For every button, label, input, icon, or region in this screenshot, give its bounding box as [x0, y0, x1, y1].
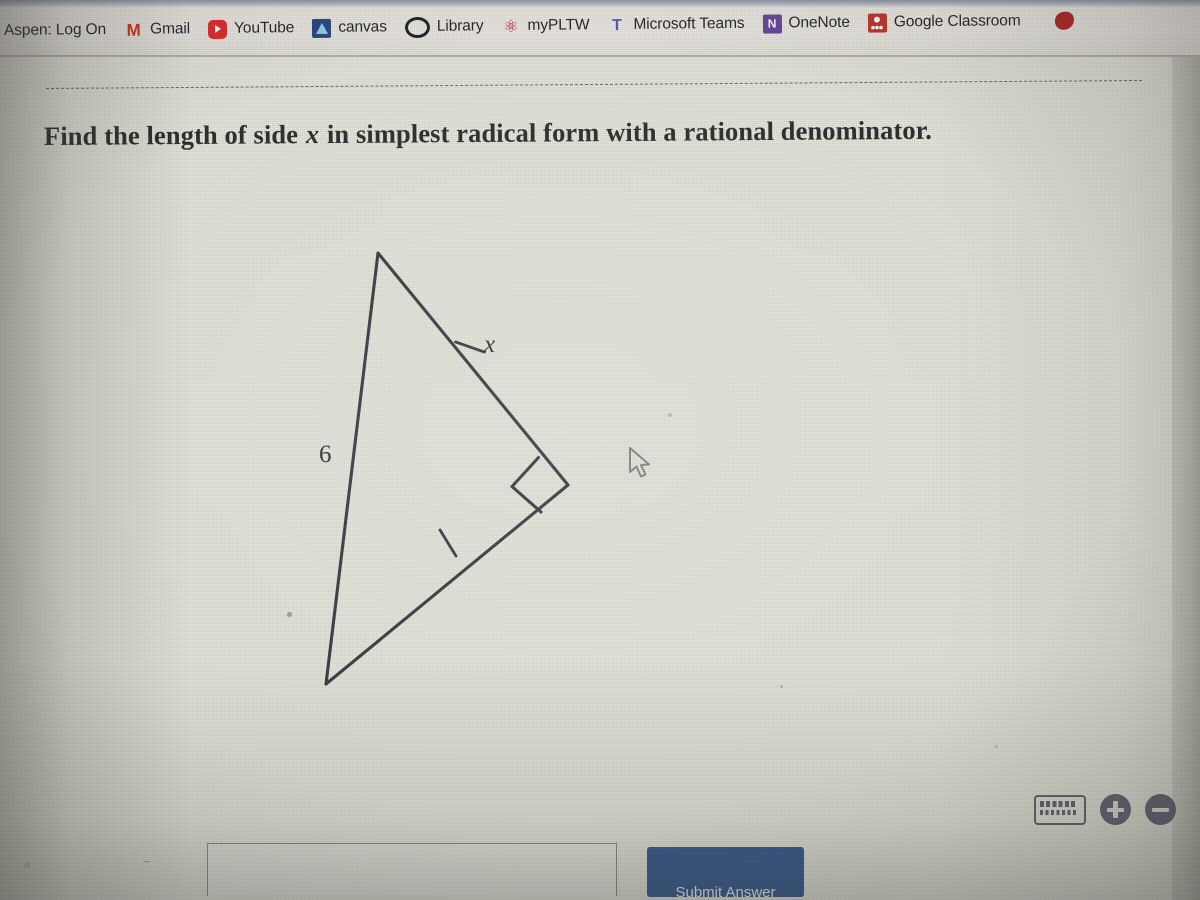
bookmark-canvas[interactable]: canvas [303, 16, 396, 40]
zoom-controls [1034, 794, 1176, 825]
plus-vertical-bar [1113, 801, 1118, 818]
gmail-icon: M [126, 20, 141, 40]
page-right-margin [1172, 57, 1200, 900]
screenshot-root: Find the length of side x in simplest ra… [0, 0, 1200, 900]
question-variable: x [305, 119, 320, 150]
canvas-icon [312, 18, 332, 38]
bookmark-label: Microsoft Teams [633, 14, 745, 33]
bookmark-extension[interactable] [1046, 10, 1083, 32]
bookmark-gmail[interactable]: M Gmail [115, 18, 199, 42]
bookmarks-bar: Aspen: Log On M Gmail YouTube canvas Lib… [0, 0, 1200, 53]
bookmark-onenote[interactable]: N OneNote [753, 11, 859, 35]
chrome-bottom-border [0, 55, 1200, 57]
bookmark-label: canvas [338, 18, 387, 36]
label-x: x [484, 331, 496, 358]
keyboard-icon[interactable] [1034, 794, 1086, 825]
browser-chrome: Aspen: Log On M Gmail YouTube canvas Lib… [0, 0, 1200, 57]
screen-speck [995, 745, 998, 748]
label-hypotenuse-6: 6 [319, 441, 332, 468]
triangle-svg [324, 251, 570, 686]
tick-mark-x [454, 340, 486, 354]
bookmark-microsoft-teams[interactable]: T Microsoft Teams [598, 12, 753, 36]
question-suffix: in simplest radical form with a rational… [320, 114, 932, 150]
bookmark-label: Google Classroom [893, 12, 1021, 31]
edge-artifact: ^ [24, 860, 31, 875]
zoom-in-button[interactable] [1100, 794, 1131, 825]
answer-input[interactable] [207, 843, 617, 896]
bookmark-label: YouTube [233, 19, 295, 37]
minus-bar [1152, 807, 1169, 812]
screen-speck [287, 612, 292, 617]
edge-artifact: ~ [143, 854, 151, 869]
submit-answer-label: Submit Answer [675, 884, 776, 897]
onenote-icon: N [762, 13, 782, 34]
bookmark-label: Library [436, 17, 484, 35]
question-prefix: Find the length of side [43, 119, 305, 151]
youtube-icon [207, 19, 228, 39]
zoom-out-button[interactable] [1145, 794, 1176, 825]
screen-speck [668, 413, 672, 417]
submit-answer-button[interactable]: Submit Answer [647, 847, 804, 897]
bookmark-youtube[interactable]: YouTube [199, 17, 303, 41]
bookmark-library[interactable]: Library [396, 14, 493, 40]
extension-blob-icon [1054, 11, 1074, 30]
google-classroom-icon [867, 12, 887, 33]
mouse-cursor-icon [629, 447, 650, 478]
microsoft-teams-icon: T [611, 16, 622, 34]
atom-icon: ⚛ [503, 16, 519, 36]
bookmark-label: myPLTW [527, 16, 590, 34]
triangle-outline [324, 251, 570, 686]
screen-speck [780, 685, 783, 688]
right-angle-marker [510, 455, 543, 514]
tick-mark-leg2 [438, 528, 458, 558]
bookmark-label: Gmail [150, 20, 191, 38]
bookmark-aspen[interactable]: Aspen: Log On [0, 19, 115, 42]
bookmark-mypltw[interactable]: ⚛ myPLTW [492, 14, 598, 38]
library-ring-icon [404, 16, 430, 38]
triangle-figure [250, 210, 670, 730]
bookmark-google-classroom[interactable]: Google Classroom [859, 10, 1030, 35]
bookmark-label: Aspen: Log On [3, 20, 107, 39]
bookmark-label: OneNote [788, 13, 850, 32]
